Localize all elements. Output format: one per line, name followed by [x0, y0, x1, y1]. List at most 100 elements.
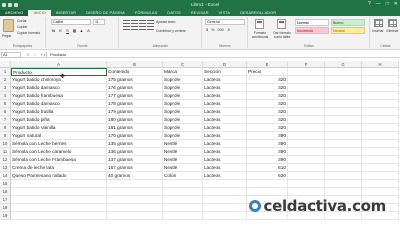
row-header[interactable]: 8	[0, 124, 11, 132]
row-header[interactable]: 4	[0, 92, 11, 100]
empty-cell[interactable]	[362, 164, 399, 172]
font-size-select[interactable]: 11	[93, 19, 105, 25]
table-cell[interactable]: 320	[247, 76, 288, 84]
empty-cell[interactable]	[288, 156, 325, 164]
copy-button[interactable]: Copiar	[17, 25, 27, 29]
table-cell[interactable]: 176 gramos	[107, 84, 163, 92]
empty-cell[interactable]	[11, 180, 107, 188]
row-header[interactable]: 15	[0, 180, 11, 188]
empty-cell[interactable]	[203, 212, 247, 220]
empty-cell[interactable]	[203, 188, 247, 196]
table-cell[interactable]: 390	[247, 140, 288, 148]
table-cell[interactable]: Nestlé	[163, 164, 203, 172]
row-header[interactable]: 2	[0, 76, 11, 84]
row-header[interactable]: 12	[0, 156, 11, 164]
font-name-select[interactable]: Calibri	[51, 19, 91, 25]
table-cell[interactable]: Soprole	[163, 116, 203, 124]
table-cell[interactable]: Sémola con Leche Frambuesa	[11, 156, 107, 164]
empty-cell[interactable]	[362, 180, 399, 188]
table-cell[interactable]: Crema de leche lata	[11, 164, 107, 172]
table-cell[interactable]: Lacteos	[203, 148, 247, 156]
table-cell[interactable]: 40 gramos	[107, 172, 163, 180]
table-cell[interactable]: 620	[247, 172, 288, 180]
table-cell[interactable]: Queso Parmesano rallado	[11, 172, 107, 180]
table-cell[interactable]: Sémola con Leche berries	[11, 140, 107, 148]
empty-cell[interactable]	[163, 212, 203, 220]
align-bottom-icon[interactable]	[139, 20, 146, 24]
empty-cell[interactable]	[325, 108, 362, 116]
empty-cell[interactable]	[288, 188, 325, 196]
thousands-icon[interactable]: 000	[218, 28, 224, 32]
table-cell[interactable]: Lacteos	[203, 132, 247, 140]
empty-cell[interactable]	[11, 212, 107, 220]
italic-icon[interactable]: K	[58, 28, 63, 33]
insert-cells-icon[interactable]	[374, 19, 383, 27]
empty-cell[interactable]	[288, 84, 325, 92]
column-header-f[interactable]: F	[288, 61, 325, 68]
cut-button[interactable]: Cortar	[17, 19, 27, 23]
border-icon[interactable]: ▦	[72, 28, 77, 33]
table-cell[interactable]: 320	[247, 84, 288, 92]
empty-cell[interactable]	[163, 204, 203, 212]
column-header-c[interactable]: C	[163, 61, 203, 68]
empty-cell[interactable]	[288, 108, 325, 116]
table-cell[interactable]: Soprole	[163, 108, 203, 116]
empty-cell[interactable]	[325, 68, 362, 76]
empty-cell[interactable]	[288, 140, 325, 148]
empty-cell[interactable]	[107, 188, 163, 196]
table-cell[interactable]: 179 gramos	[107, 108, 163, 116]
empty-cell[interactable]	[247, 180, 288, 188]
table-cell[interactable]: Lacteos	[203, 100, 247, 108]
table-cell[interactable]: Yogurt batido frutilla	[11, 108, 107, 116]
row-header[interactable]: 6	[0, 108, 11, 116]
row-header[interactable]: 14	[0, 172, 11, 180]
align-left-icon[interactable]	[123, 26, 130, 30]
table-cell[interactable]: 390	[247, 132, 288, 140]
table-cell[interactable]: 177 gramos	[107, 92, 163, 100]
empty-cell[interactable]	[362, 68, 399, 76]
minimize-icon[interactable]: —	[376, 1, 381, 7]
orientation-icon[interactable]	[147, 20, 154, 24]
empty-cell[interactable]	[288, 164, 325, 172]
table-cell[interactable]: Yogurt batido piña	[11, 116, 107, 124]
empty-cell[interactable]	[362, 76, 399, 84]
empty-cell[interactable]	[325, 164, 362, 172]
empty-cell[interactable]	[362, 132, 399, 140]
column-header-e[interactable]: E	[247, 61, 288, 68]
formula-input[interactable]: Producto	[46, 51, 396, 58]
maximize-icon[interactable]: □	[386, 1, 389, 7]
row-header[interactable]: 16	[0, 188, 11, 196]
table-cell[interactable]: 390	[247, 148, 288, 156]
bold-icon[interactable]: N	[51, 28, 56, 33]
empty-cell[interactable]	[362, 124, 399, 132]
table-cell[interactable]: Yogurt batido damasco	[11, 100, 107, 108]
delete-cells-icon[interactable]	[388, 19, 397, 27]
row-header[interactable]: 19	[0, 212, 11, 220]
table-cell[interactable]: Yogurt batido damasco	[11, 84, 107, 92]
empty-cell[interactable]	[107, 180, 163, 188]
delete-cells-button[interactable]: Eliminar	[385, 29, 400, 33]
fill-color-icon[interactable]: ▲	[79, 28, 84, 33]
redo-icon[interactable]	[14, 2, 18, 7]
row-header[interactable]: 11	[0, 148, 11, 156]
conditional-format-button[interactable]: Formato condicional	[249, 31, 271, 39]
table-cell[interactable]: 178 gramos	[107, 100, 163, 108]
empty-cell[interactable]	[288, 68, 325, 76]
column-header-a[interactable]: A	[11, 61, 107, 68]
table-cell[interactable]: Lacteos	[203, 164, 247, 172]
empty-cell[interactable]	[362, 116, 399, 124]
empty-cell[interactable]	[325, 92, 362, 100]
row-header[interactable]: 13	[0, 164, 11, 172]
empty-cell[interactable]	[288, 116, 325, 124]
empty-cell[interactable]	[288, 132, 325, 140]
table-cell[interactable]: Lacteos	[203, 116, 247, 124]
style-normal[interactable]: Normal	[295, 19, 329, 26]
style-neutral[interactable]: Neutral	[331, 27, 365, 34]
table-cell[interactable]: Lacteos	[203, 124, 247, 132]
table-cell[interactable]: 320	[247, 92, 288, 100]
table-cell[interactable]: Yogurt batido Vainilla	[11, 124, 107, 132]
table-cell[interactable]: 320	[247, 108, 288, 116]
style-incorrecto[interactable]: Incorrecto	[295, 27, 329, 34]
paste-icon[interactable]	[3, 19, 14, 32]
empty-cell[interactable]	[325, 124, 362, 132]
